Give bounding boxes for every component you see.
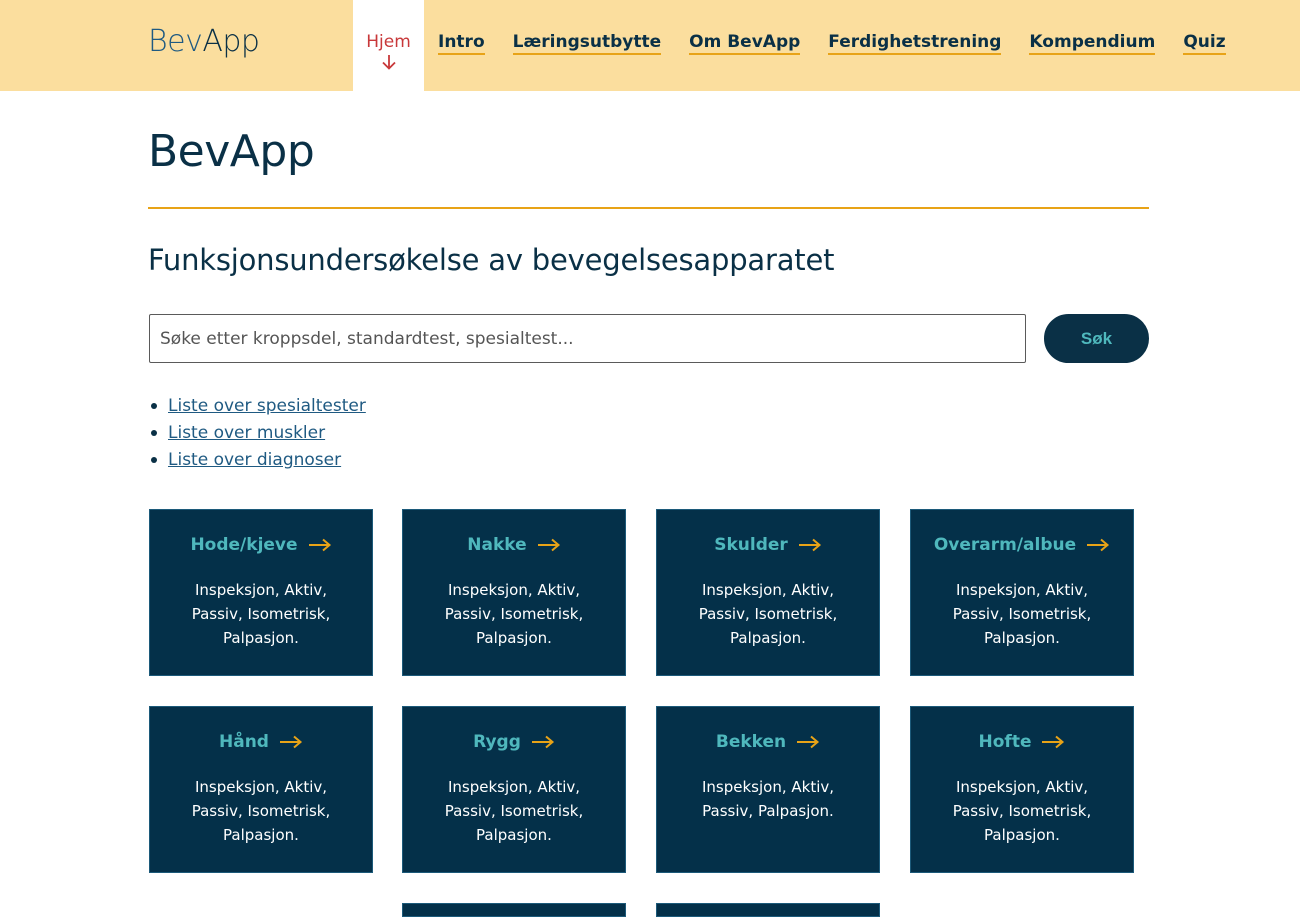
nav-item-om-bevapp[interactable]: Om BevApp [689, 0, 801, 91]
arrow-right-icon [279, 735, 303, 749]
card-title-text: Hode/kjeve [190, 535, 298, 555]
logo[interactable]: BevApp [148, 24, 260, 60]
card-title: Overarm/albue [911, 535, 1133, 555]
card-description: Inspeksjon, Aktiv, Passiv, Isometrisk, P… [952, 778, 1092, 844]
link-spesialtester[interactable]: Liste over spesialtester [168, 396, 366, 416]
list-item: Liste over muskler [148, 421, 366, 448]
arrow-right-icon [797, 735, 820, 749]
card-skulder[interactable]: Skulder Inspeksjon, Aktiv, Passiv, Isome… [656, 509, 880, 676]
nav-label: Om BevApp [689, 32, 801, 55]
nav-item-quiz[interactable]: Quiz [1183, 0, 1226, 91]
page-subtitle: Funksjonsundersøkelse av bevegelsesappar… [148, 243, 835, 277]
card-partial[interactable] [656, 903, 880, 917]
card-description: Inspeksjon, Aktiv, Passiv, Isometrisk, P… [444, 581, 584, 647]
card-title-text: Overarm/albue [933, 535, 1077, 555]
card-description: Inspeksjon, Aktiv, Passiv, Isometrisk, P… [191, 581, 331, 647]
card-description: Inspeksjon, Aktiv, Passiv, Isometrisk, P… [698, 581, 838, 647]
nav-item-intro[interactable]: Intro [438, 0, 485, 91]
card-hode-kjeve[interactable]: Hode/kjeve Inspeksjon, Aktiv, Passiv, Is… [149, 509, 373, 676]
list-item: Liste over diagnoser [148, 448, 366, 475]
arrow-right-icon [531, 735, 554, 749]
arrow-right-icon [1087, 538, 1110, 552]
card-partial[interactable] [402, 903, 626, 917]
arrow-right-icon [537, 538, 560, 552]
card-nakke[interactable]: Nakke Inspeksjon, Aktiv, Passiv, Isometr… [402, 509, 626, 676]
arrow-right-icon [1042, 735, 1065, 749]
card-title: Nakke [403, 535, 625, 555]
nav-label: Quiz [1183, 32, 1226, 55]
card-title: Hånd [150, 732, 372, 752]
search-input[interactable] [149, 314, 1026, 363]
arrow-right-icon [798, 538, 821, 552]
nav-label: Ferdighetstrening [828, 32, 1002, 55]
card-title-text: Hofte [978, 732, 1032, 752]
nav-item-hjem[interactable]: Hjem [353, 0, 424, 91]
arrow-down-icon [381, 55, 396, 70]
card-title: Bekken [657, 732, 879, 752]
arrow-right-icon [308, 538, 331, 552]
site-header: BevApp Hjem Intro Læringsutbytte Om BevA… [0, 0, 1300, 91]
link-muskler[interactable]: Liste over muskler [168, 423, 325, 443]
logo-app: App [202, 24, 260, 59]
main-nav: Hjem Intro Læringsutbytte Om BevApp Ferd… [353, 0, 1254, 91]
title-divider [148, 207, 1149, 209]
nav-item-laeringsutbytte[interactable]: Læringsutbytte [512, 0, 662, 91]
nav-label: Hjem [366, 32, 411, 52]
card-title: Skulder [657, 535, 879, 555]
card-description: Inspeksjon, Aktiv, Passiv, Isometrisk, P… [952, 581, 1092, 647]
nav-label: Kompendium [1029, 32, 1156, 55]
card-rygg[interactable]: Rygg Inspeksjon, Aktiv, Passiv, Isometri… [402, 706, 626, 873]
nav-item-ferdighetstrening[interactable]: Ferdighetstrening [828, 0, 1002, 91]
card-overarm-albue[interactable]: Overarm/albue Inspeksjon, Aktiv, Passiv,… [910, 509, 1134, 676]
card-title-text: Nakke [467, 535, 527, 555]
page-title: BevApp [148, 126, 315, 177]
quick-links: Liste over spesialtester Liste over musk… [148, 394, 366, 475]
card-title: Hofte [911, 732, 1133, 752]
logo-bev: Bev [148, 24, 203, 59]
card-title-text: Skulder [714, 535, 788, 555]
card-title: Hode/kjeve [150, 535, 372, 555]
nav-item-kompendium[interactable]: Kompendium [1029, 0, 1156, 91]
card-description: Inspeksjon, Aktiv, Passiv, Isometrisk, P… [191, 778, 331, 844]
card-hand[interactable]: Hånd Inspeksjon, Aktiv, Passiv, Isometri… [149, 706, 373, 873]
list-item: Liste over spesialtester [148, 394, 366, 421]
nav-label: Læringsutbytte [512, 32, 662, 55]
search-button[interactable]: Søk [1044, 314, 1149, 363]
card-title-text: Hånd [219, 732, 269, 752]
card-bekken[interactable]: Bekken Inspeksjon, Aktiv, Passiv, Palpas… [656, 706, 880, 873]
card-title-text: Rygg [473, 732, 521, 752]
link-diagnoser[interactable]: Liste over diagnoser [168, 450, 341, 470]
nav-label: Intro [438, 32, 485, 55]
card-description: Inspeksjon, Aktiv, Passiv, Palpasjon. [701, 778, 835, 820]
card-hofte[interactable]: Hofte Inspeksjon, Aktiv, Passiv, Isometr… [910, 706, 1134, 873]
card-description: Inspeksjon, Aktiv, Passiv, Isometrisk, P… [444, 778, 584, 844]
card-title-text: Bekken [715, 732, 787, 752]
card-title: Rygg [403, 732, 625, 752]
